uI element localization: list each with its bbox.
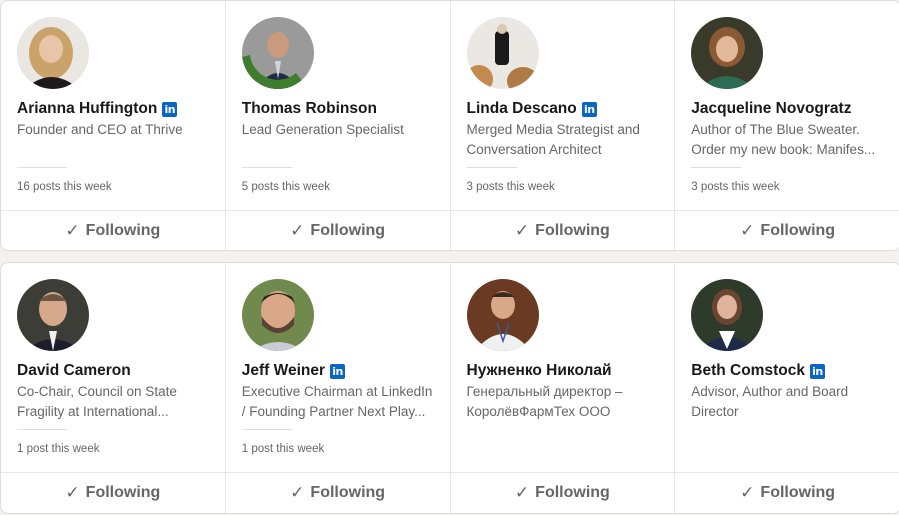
check-icon: ✓ (65, 483, 80, 503)
profile-name[interactable]: Jacqueline Novogratz (691, 100, 851, 118)
profile-card: Jeff Weiner in Executive Chairman at Lin… (225, 263, 451, 513)
profile-name[interactable]: Linda Descano (467, 100, 577, 118)
divider (466, 167, 517, 168)
following-label: Following (310, 221, 386, 239)
following-label: Following (310, 484, 386, 501)
linkedin-influencer-icon: in (581, 101, 597, 117)
following-button[interactable]: ✓ Following (450, 210, 675, 250)
avatar[interactable] (241, 17, 314, 89)
profile-name[interactable]: Нужненко Николай (467, 362, 612, 380)
following-button[interactable]: ✓ Following (675, 472, 899, 513)
profile-card: Linda Descano in Merged Media Strategist… (450, 1, 676, 250)
following-label: Following (535, 221, 610, 239)
profile-card: Thomas Robinson Lead Generation Speciali… (225, 1, 451, 250)
linkedin-influencer-icon: in (330, 363, 346, 379)
check-icon: ✓ (514, 483, 530, 503)
divider (241, 167, 292, 168)
check-icon: ✓ (290, 483, 305, 503)
following-button[interactable]: ✓ Following (225, 472, 450, 513)
profile-card: Beth Comstock in Advisor, Author and Boa… (675, 263, 899, 513)
following-button[interactable]: ✓ Following (1, 472, 225, 513)
check-icon: ✓ (740, 220, 755, 241)
check-icon: ✓ (290, 220, 305, 241)
profile-card: David Cameron Co-Chair, Council on State… (1, 263, 226, 513)
posts-count: 3 posts this week (466, 181, 555, 193)
profile-headline: Advisor, Author and Board Director (691, 384, 849, 419)
profile-name[interactable]: David Cameron (17, 362, 131, 380)
posts-count: 1 post this week (17, 443, 100, 455)
check-icon: ✓ (514, 220, 530, 241)
following-label: Following (760, 484, 836, 501)
divider (691, 167, 742, 168)
profile-name[interactable]: Beth Comstock (691, 362, 805, 380)
profile-name[interactable]: Arianna Huffington (17, 100, 157, 118)
divider (17, 167, 67, 168)
following-label: Following (760, 221, 836, 239)
following-label: Following (535, 484, 610, 501)
posts-count: 1 post this week (241, 443, 325, 455)
avatar[interactable] (691, 17, 764, 89)
posts-count: 16 posts this week (17, 181, 112, 193)
profile-headline: Lead Generation Specialist (241, 122, 404, 137)
profile-name[interactable]: Jeff Weiner (242, 362, 325, 380)
profile-headline: Author of The Blue Sweater. Order my new… (691, 122, 876, 157)
linkedin-influencer-icon: in (162, 101, 178, 117)
profile-headline: Executive Chairman at LinkedIn / Foundin… (241, 384, 433, 419)
profile-headline: Founder and CEO at Thrive (17, 122, 183, 137)
divider (241, 429, 292, 430)
posts-count: 5 posts this week (241, 181, 330, 193)
following-label: Following (85, 221, 161, 239)
profile-headline: Co-Chair, Council on State Fragility at … (17, 384, 177, 419)
following-button[interactable]: ✓ Following (450, 472, 675, 513)
profile-headline: Генеральный директор – КоролёвФармТех ОО… (466, 384, 623, 419)
profile-card: Arianna Huffington in Founder and CEO at… (1, 1, 226, 250)
avatar[interactable] (241, 279, 314, 351)
check-icon: ✓ (65, 220, 80, 241)
avatar[interactable] (17, 17, 89, 89)
profile-card: Нужненко Николай Генеральный директор – … (450, 263, 676, 513)
following-button[interactable]: ✓ Following (675, 210, 899, 250)
following-button[interactable]: ✓ Following (1, 210, 225, 250)
avatar[interactable] (466, 17, 539, 89)
posts-count: 3 posts this week (691, 181, 780, 193)
follow-row-2: David Cameron Co-Chair, Council on State… (0, 262, 899, 514)
linkedin-influencer-icon: in (809, 363, 825, 379)
profile-headline: Merged Media Strategist and Conversation… (466, 122, 640, 157)
following-button[interactable]: ✓ Following (225, 210, 450, 250)
follow-row-1: Arianna Huffington in Founder and CEO at… (0, 0, 899, 251)
avatar[interactable] (691, 279, 764, 351)
profile-name[interactable]: Thomas Robinson (242, 100, 377, 118)
avatar[interactable] (466, 279, 539, 351)
profile-card: Jacqueline Novogratz Author of The Blue … (675, 1, 899, 250)
following-label: Following (85, 484, 161, 501)
check-icon: ✓ (740, 483, 755, 503)
avatar[interactable] (17, 279, 89, 351)
divider (17, 429, 67, 430)
